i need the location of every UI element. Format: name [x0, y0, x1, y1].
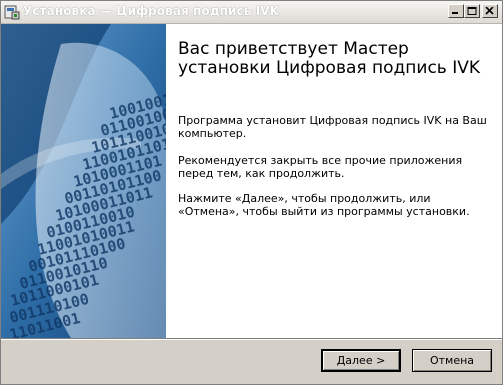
- minimize-button[interactable]: [448, 4, 464, 18]
- window-title: Установка — Цифровая подпись IVK: [23, 4, 280, 18]
- wizard-banner-image: 1001001100 01100100110 10111001001 11001011…: [1, 24, 166, 338]
- welcome-paragraph-close-apps: Рекомендуется закрыть все прочие приложе…: [178, 154, 463, 180]
- close-icon: [485, 7, 494, 15]
- welcome-panel: Вас приветствует Мастер установки Цифров…: [166, 24, 502, 338]
- welcome-paragraph-install: Программа установит Цифровая подпись IVK…: [178, 114, 487, 140]
- welcome-paragraph-instructions: Нажмите «Далее», чтобы продолжить, или «…: [178, 192, 470, 218]
- minimize-icon: [452, 12, 458, 14]
- button-separator: [1, 338, 502, 340]
- close-button[interactable]: [482, 4, 498, 18]
- maximize-icon: [467, 7, 477, 15]
- welcome-heading: Вас приветствует Мастер установки Цифров…: [178, 39, 481, 78]
- installer-app-icon: [4, 4, 20, 20]
- cancel-button[interactable]: Отмена: [412, 349, 492, 372]
- maximize-button[interactable]: [464, 4, 480, 18]
- next-button[interactable]: Далее >: [321, 349, 401, 372]
- title-bar[interactable]: Установка — Цифровая подпись IVK: [1, 1, 502, 24]
- installer-window: Установка — Цифровая подпись IVK 1001001…: [0, 0, 503, 385]
